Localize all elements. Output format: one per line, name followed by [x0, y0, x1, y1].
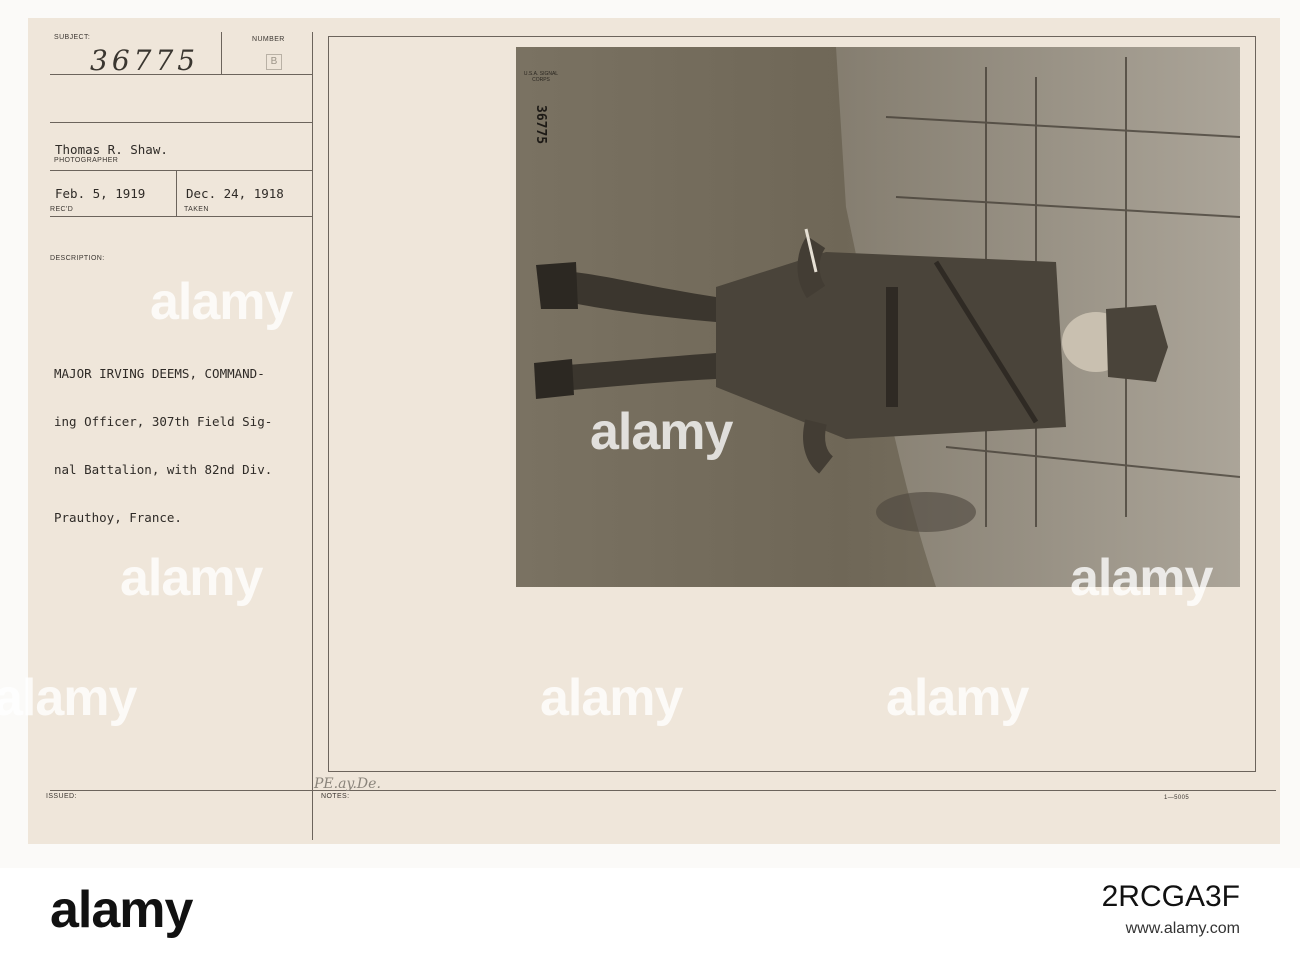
description-line: Prauthoy, France.: [54, 510, 182, 525]
photographer-top-rule: [50, 122, 312, 123]
description-line: nal Battalion, with 82nd Div.: [54, 462, 273, 477]
notes-handwriting: PE.ay.De.: [314, 776, 381, 792]
watermark: alamy: [590, 403, 733, 461]
watermark: alamy: [0, 669, 137, 727]
issued-label: ISSUED:: [46, 793, 77, 800]
photographer-name: Thomas R. Shaw.: [55, 142, 168, 157]
received-date: Feb. 5, 1919: [55, 186, 146, 201]
photographer-label: PHOTOGRAPHER: [54, 157, 119, 164]
received-label: REC'D: [50, 206, 74, 213]
dates-divider: [176, 170, 177, 216]
watermark: alamy: [886, 669, 1029, 727]
form-code: 1—5005: [1164, 795, 1190, 801]
site-url: www.alamy.com: [1125, 920, 1240, 937]
footer-rule: [50, 790, 1276, 791]
description-line: ing Officer, 307th Field Sig-: [54, 414, 273, 429]
taken-date: Dec. 24, 1918: [186, 186, 284, 201]
signal-corps-stamp: U.S.A. SIGNAL CORPS: [523, 71, 559, 83]
photo-illustration: [516, 47, 1241, 587]
subject-number: 36775: [90, 44, 200, 77]
description-text: MAJOR IRVING DEEMS, COMMAND- ing Officer…: [54, 334, 324, 542]
soldier-photograph: 36775 U.S.A. SIGNAL CORPS: [516, 47, 1241, 587]
notes-label: NOTES:: [321, 793, 350, 800]
watermark: alamy: [1070, 549, 1213, 607]
negative-number: 36775: [533, 105, 548, 145]
watermark: alamy: [120, 549, 263, 607]
image-id: 2RCGA3F: [1101, 880, 1240, 913]
taken-label: TAKEN: [184, 206, 209, 213]
watermark: alamy: [150, 273, 293, 331]
description-line: MAJOR IRVING DEEMS, COMMAND-: [54, 366, 265, 381]
alamy-logo: alamy: [50, 881, 193, 939]
description-label: DESCRIPTION:: [50, 255, 105, 262]
number-stamp: B: [266, 54, 282, 70]
dates-rule: [50, 216, 312, 217]
footer-bar: alamy 2RCGA3F www.alamy.com: [0, 868, 1300, 956]
number-label: NUMBER: [252, 36, 285, 43]
photographer-rule: [50, 170, 312, 171]
subject-label: SUBJECT:: [54, 34, 91, 41]
watermark: alamy: [540, 669, 683, 727]
subject-number-divider: [221, 32, 222, 74]
